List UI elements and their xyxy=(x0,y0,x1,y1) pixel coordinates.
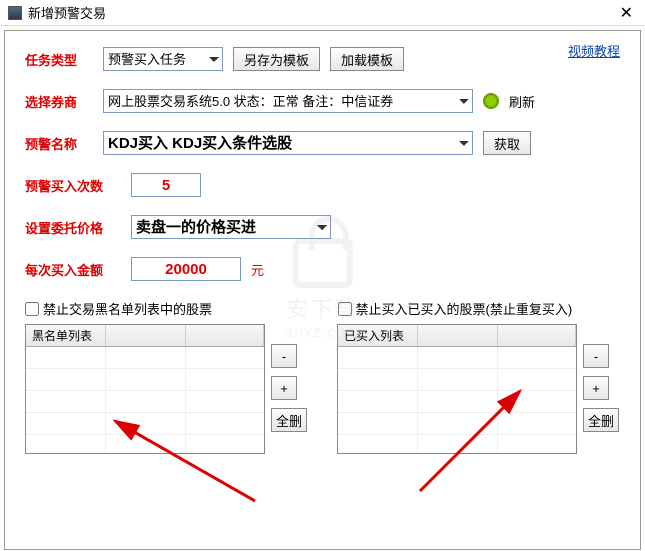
save-template-button[interactable]: 另存为模板 xyxy=(233,47,320,71)
refresh-icon xyxy=(483,93,499,109)
blacklist-check-label: 禁止交易黑名单列表中的股票 xyxy=(43,299,212,318)
broker-label: 选择券商 xyxy=(25,92,93,111)
blacklist-checkbox-row[interactable]: 禁止交易黑名单列表中的股票 xyxy=(25,299,308,318)
amount-unit: 元 xyxy=(251,260,264,279)
buy-count-label: 预警买入次数 xyxy=(25,176,121,195)
app-icon xyxy=(8,6,22,20)
blacklist-header: 黑名单列表 xyxy=(26,325,106,346)
alert-name-select[interactable]: KDJ买入 KDJ买入条件选股 xyxy=(103,131,473,155)
bought-add-button[interactable]: + xyxy=(583,376,609,400)
amount-label: 每次买入金额 xyxy=(25,260,121,279)
blacklist-body[interactable] xyxy=(26,347,264,454)
bought-remove-button[interactable]: - xyxy=(583,344,609,368)
dialog-content: 视频教程 任务类型 预警买入任务 另存为模板 加载模板 选择券商 网上股票交易系… xyxy=(4,30,641,550)
blacklist-clear-button[interactable]: 全删 xyxy=(271,408,307,432)
broker-select[interactable]: 网上股票交易系统5.0 状态：正常 备注：中信证券 xyxy=(103,89,473,113)
no-repeat-checkbox[interactable] xyxy=(338,302,352,316)
refresh-button[interactable]: 刷新 xyxy=(509,92,535,111)
task-type-label: 任务类型 xyxy=(25,50,93,69)
price-setting-select[interactable]: 卖盘一的价格买进 xyxy=(131,215,331,239)
load-template-button[interactable]: 加载模板 xyxy=(330,47,404,71)
task-type-select[interactable]: 预警买入任务 xyxy=(103,47,223,71)
bought-body[interactable] xyxy=(338,347,576,454)
bought-header: 已买入列表 xyxy=(338,325,418,346)
bought-grid[interactable]: 已买入列表 xyxy=(337,324,577,454)
window-title: 新增预警交易 xyxy=(28,3,106,22)
alert-name-label: 预警名称 xyxy=(25,134,93,153)
blacklist-grid[interactable]: 黑名单列表 xyxy=(25,324,265,454)
price-setting-label: 设置委托价格 xyxy=(25,218,121,237)
blacklist-block: 黑名单列表 - + 全删 xyxy=(25,324,307,454)
bought-clear-button[interactable]: 全删 xyxy=(583,408,619,432)
close-icon[interactable]: ✕ xyxy=(616,3,637,23)
titlebar: 新增预警交易 ✕ xyxy=(0,0,645,26)
no-repeat-checkbox-row[interactable]: 禁止买入已买入的股票(禁止重复买入) xyxy=(338,299,621,318)
fetch-button[interactable]: 获取 xyxy=(483,131,531,155)
buy-count-input[interactable] xyxy=(131,173,201,197)
blacklist-checkbox[interactable] xyxy=(25,302,39,316)
video-tutorial-link[interactable]: 视频教程 xyxy=(568,41,620,60)
amount-input[interactable] xyxy=(131,257,241,281)
bought-block: 已买入列表 - + 全删 xyxy=(337,324,619,454)
no-repeat-check-label: 禁止买入已买入的股票(禁止重复买入) xyxy=(356,299,573,318)
blacklist-remove-button[interactable]: - xyxy=(271,344,297,368)
blacklist-add-button[interactable]: + xyxy=(271,376,297,400)
